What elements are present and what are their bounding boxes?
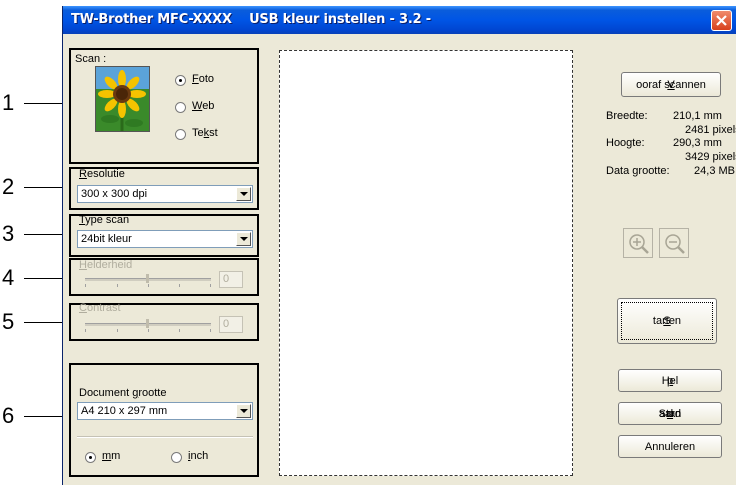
cancel-button[interactable]: Annuleren (618, 435, 722, 458)
prescan-button[interactable]: Vooraf scannen (621, 72, 721, 97)
radio-mm-label: mm (102, 450, 121, 462)
height-pixels: 3429 pixels (685, 151, 736, 163)
radio-mm-button[interactable] (85, 452, 96, 463)
zoom-in-button[interactable] (623, 228, 653, 258)
document-size-group: Document grootte A4 210 x 297 mm mm inch (69, 363, 259, 477)
divider (77, 436, 253, 438)
brightness-label: Helderheid (79, 259, 133, 271)
document-size-select[interactable]: A4 210 x 297 mm (77, 402, 253, 420)
title-bar[interactable]: TW-Brother MFC-XXXX USB kleur instellen … (63, 6, 736, 34)
width-mm: 210,1 mm (673, 110, 722, 122)
height-label: Hoogte: (606, 137, 645, 149)
zoom-out-icon (665, 234, 685, 254)
scan-group-label: Scan : (75, 53, 107, 65)
scan-mode-select[interactable]: 24bit kleur (77, 230, 253, 248)
chevron-down-icon[interactable] (236, 404, 251, 418)
close-button[interactable] (711, 10, 732, 31)
radio-web-button[interactable] (175, 102, 186, 113)
width-pixels: 2481 pixels (685, 124, 736, 136)
brightness-value-field[interactable]: 0 (219, 271, 243, 288)
contrast-group: Contrast 0 (69, 302, 259, 341)
chevron-down-icon[interactable] (236, 187, 251, 201)
close-icon (716, 15, 727, 26)
radio-inch-button[interactable] (171, 452, 182, 463)
data-size-label: Data grootte: (606, 165, 670, 177)
default-button[interactable]: Stan d aard (618, 402, 722, 425)
brightness-slider-thumb[interactable] (146, 274, 149, 283)
height-mm: 290,3 mm (673, 137, 722, 149)
window-title: TW-Brother MFC-XXXX USB kleur instellen … (71, 12, 432, 27)
sunflower-photo (95, 66, 150, 132)
contrast-slider-thumb[interactable] (146, 319, 149, 328)
radio-tekst-label: Tekst (192, 127, 218, 139)
width-label: Breedte: (606, 110, 648, 122)
preview-area[interactable] (279, 50, 573, 476)
contrast-value-field[interactable]: 0 (219, 316, 243, 333)
radio-tekst-button[interactable] (175, 129, 186, 140)
document-size-label: Document grootte (79, 387, 167, 399)
help-button[interactable]: Hel p (618, 369, 722, 392)
zoom-in-icon (629, 234, 649, 254)
radio-foto-label: Foto (192, 73, 215, 85)
radio-foto-button[interactable] (175, 75, 186, 86)
resolution-select[interactable]: 300 x 300 dpi (77, 185, 253, 203)
radio-inch-label: inch (188, 450, 209, 462)
start-button[interactable]: Starten (617, 298, 717, 344)
chevron-down-icon[interactable] (236, 232, 251, 246)
data-size-value: 24,3 MB (694, 165, 735, 177)
radio-web-label: Web (192, 100, 215, 112)
scan-mode-label: Type scan (79, 214, 130, 226)
zoom-out-button[interactable] (659, 228, 689, 258)
scan-type-group: Scan : Foto Web Tekst (69, 48, 259, 164)
contrast-label: Contrast (79, 302, 121, 314)
brightness-group: Helderheid 0 (69, 258, 259, 296)
scan-mode-group: Type scan 24bit kleur (69, 214, 259, 257)
scan-dialog: TW-Brother MFC-XXXX USB kleur instellen … (62, 6, 736, 485)
resolution-label: Resolutie (79, 168, 125, 180)
resolution-group: Resolutie 300 x 300 dpi (69, 167, 259, 210)
